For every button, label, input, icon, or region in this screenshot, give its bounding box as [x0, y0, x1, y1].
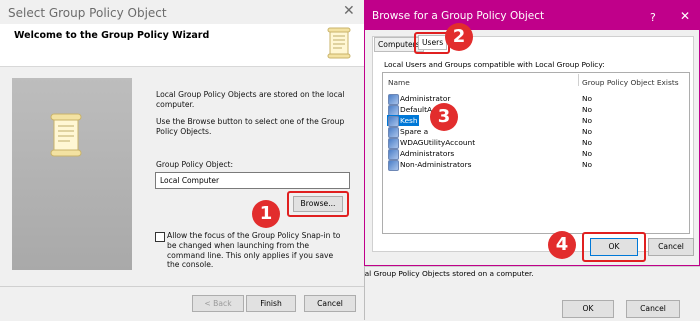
list-item-name[interactable]: Spare a	[400, 127, 428, 136]
user-icon	[388, 116, 399, 127]
user-icon	[388, 127, 399, 138]
list-item-exists: No	[582, 116, 593, 125]
wizard-cancel-button[interactable]: Cancel	[304, 295, 356, 312]
column-divider	[578, 74, 579, 86]
list-item-exists: No	[582, 94, 593, 103]
wizard-close-icon[interactable]: ✕	[343, 3, 355, 19]
callout-box-browse	[287, 191, 349, 217]
list-item-name[interactable]: DefaultA	[400, 105, 432, 114]
background-ok-button[interactable]: OK	[562, 300, 614, 318]
callout-box-ok	[582, 232, 646, 262]
wizard-footer-divider	[0, 286, 364, 287]
list-item-name[interactable]: Administrator	[400, 94, 450, 103]
callout-badge-3: 3	[430, 103, 458, 131]
user-icon	[388, 138, 399, 149]
wizard-desc-stored: Local Group Policy Objects are stored on…	[156, 90, 345, 109]
wizard-side-panel	[12, 78, 132, 270]
gpo-field: Local Computer	[155, 172, 350, 189]
callout-badge-4: 4	[548, 231, 576, 259]
focus-checkbox[interactable]	[155, 232, 165, 242]
scroll-icon	[48, 112, 84, 158]
list-item-name[interactable]: Non-Administrators	[400, 160, 471, 169]
callout-badge-1: 1	[252, 200, 280, 228]
list-item-exists: No	[582, 127, 593, 136]
help-icon[interactable]: ?	[650, 11, 656, 24]
list-item-exists: No	[582, 138, 593, 147]
list-item-name-selected[interactable]: Kesh	[400, 116, 418, 125]
wizard-desc-browse: Use the Browse button to select one of t…	[156, 117, 345, 136]
browse-cancel-button[interactable]: Cancel	[648, 238, 694, 256]
browse-close-icon[interactable]: ✕	[680, 9, 690, 23]
list-item-exists: No	[582, 105, 593, 114]
list-item-exists: No	[582, 149, 593, 158]
list-item-exists: No	[582, 160, 593, 169]
column-header-exists[interactable]: Group Policy Object Exists	[582, 78, 679, 87]
list-item-name[interactable]: WDAGUtilityAccount	[400, 138, 475, 147]
wizard-title: Select Group Policy Object	[8, 6, 167, 20]
group-icon	[388, 160, 399, 171]
finish-button[interactable]: Finish	[246, 295, 296, 312]
group-icon	[388, 149, 399, 160]
browse-title: Browse for a Group Policy Object	[372, 10, 545, 22]
wizard-welcome-heading: Welcome to the Group Policy Wizard	[14, 30, 210, 41]
list-caption: Local Users and Groups compatible with L…	[384, 60, 605, 69]
background-cancel-button[interactable]: Cancel	[626, 300, 680, 318]
column-header-name[interactable]: Name	[388, 78, 410, 87]
back-button[interactable]: < Back	[192, 295, 244, 312]
scroll-icon	[326, 27, 352, 59]
callout-badge-2: 2	[445, 23, 473, 51]
user-icon	[388, 94, 399, 105]
list-item-name[interactable]: Administrators	[400, 149, 454, 158]
background-status-text: ocal Group Policy Objects stored on a co…	[356, 269, 534, 278]
gpo-label: Group Policy Object:	[156, 160, 234, 169]
focus-checkbox-label: Allow the focus of the Group Policy Snap…	[167, 231, 341, 270]
